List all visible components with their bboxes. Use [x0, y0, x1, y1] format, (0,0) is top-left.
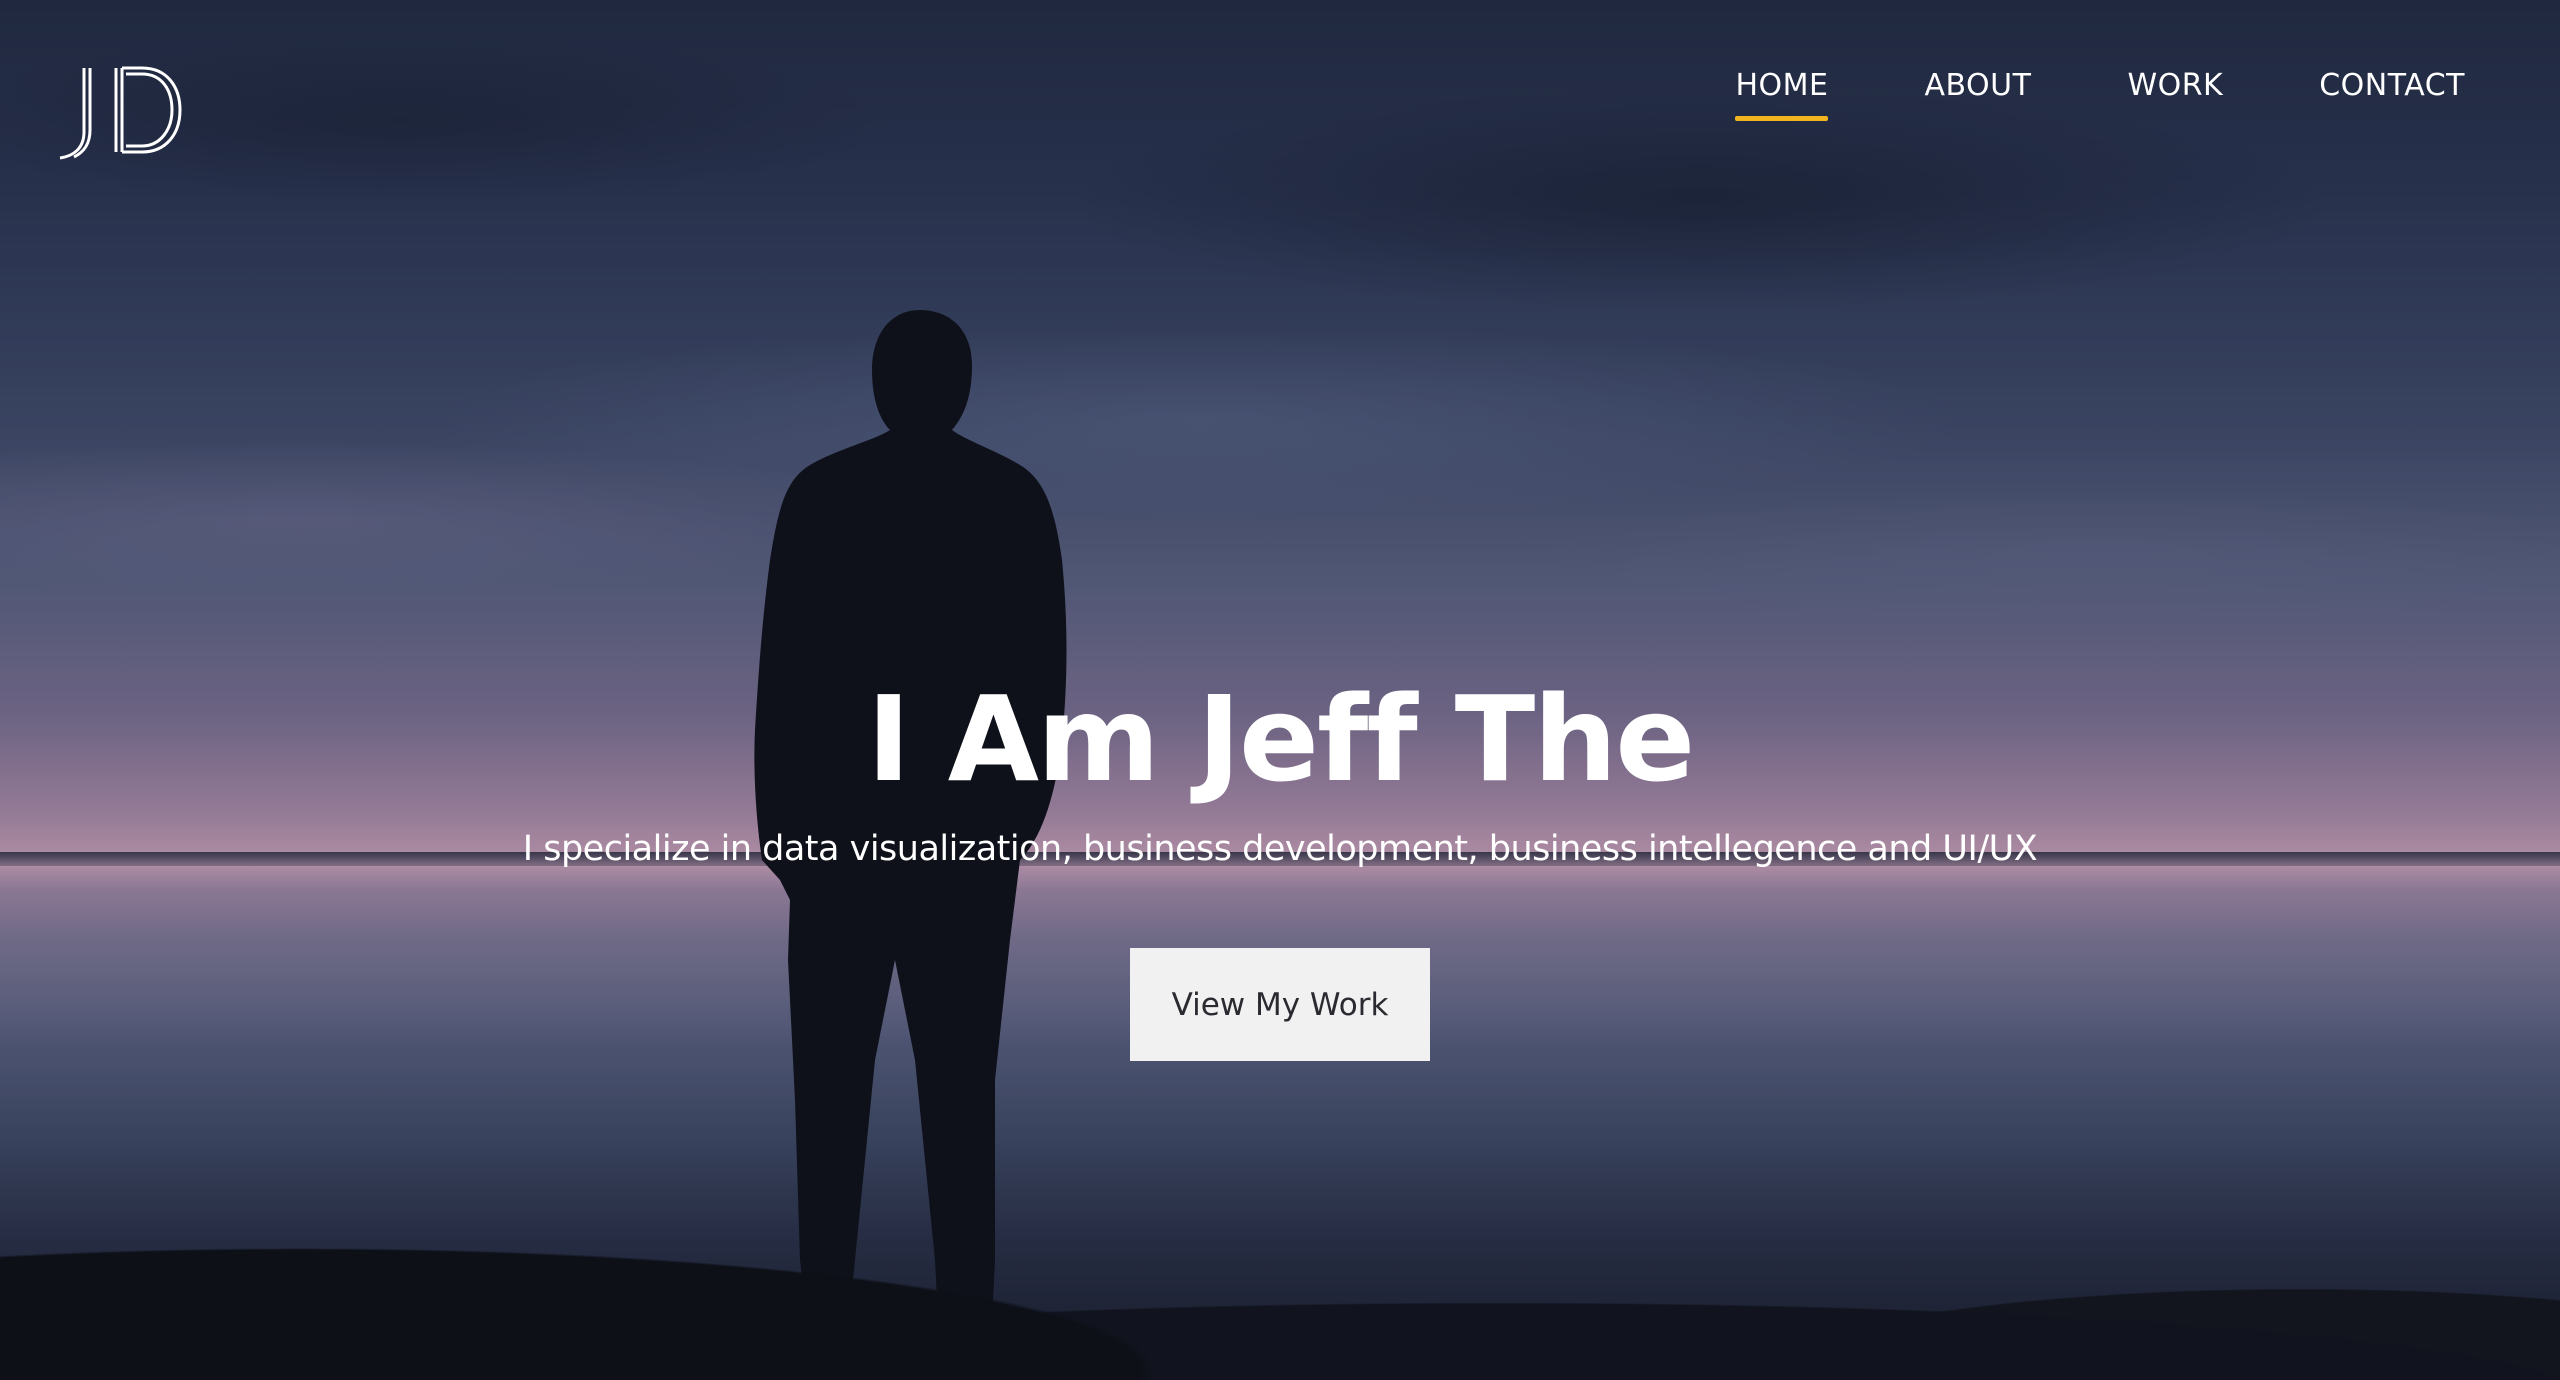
main-navigation: HOME ABOUT WORK CONTACT	[1639, 68, 2465, 121]
hero-subline: I specialize in data visualization, busi…	[522, 829, 2038, 869]
jd-monogram-logo[interactable]	[50, 60, 186, 160]
hero-headline: I Am Jeff The	[866, 670, 1696, 808]
view-my-work-button[interactable]: View My Work	[1130, 948, 1430, 1061]
nav-contact[interactable]: CONTACT	[2319, 68, 2465, 121]
nav-about[interactable]: ABOUT	[1924, 68, 2031, 121]
nav-work[interactable]: WORK	[2127, 68, 2223, 121]
nav-home[interactable]: HOME	[1735, 68, 1829, 121]
